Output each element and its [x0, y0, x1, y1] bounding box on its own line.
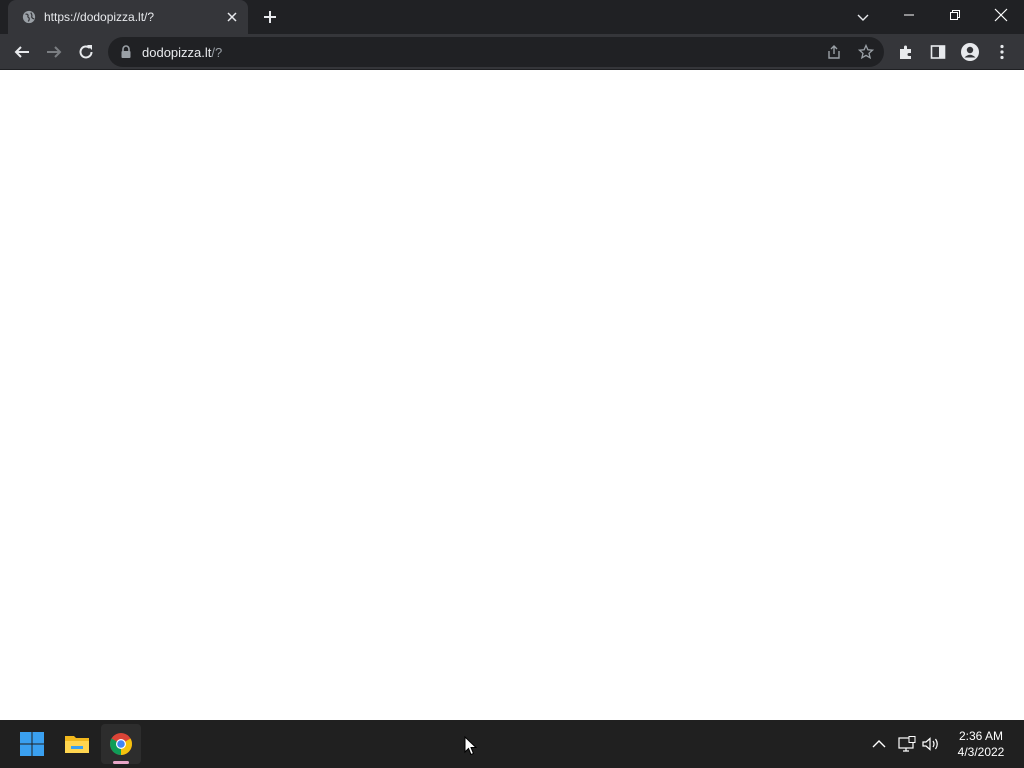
- menu-kebab-icon[interactable]: [990, 40, 1014, 64]
- volume-icon[interactable]: [920, 734, 942, 754]
- url-text[interactable]: dodopizza.lt/?: [142, 45, 222, 60]
- url-host: dodopizza.lt: [142, 45, 212, 60]
- globe-icon: [22, 10, 36, 24]
- web-page-content[interactable]: [0, 71, 1024, 720]
- close-icon: [994, 8, 1008, 22]
- browser-toolbar: dodopizza.lt/?: [0, 34, 1024, 70]
- url-path: /?: [211, 45, 223, 60]
- clock-date: 4/3/2022: [957, 745, 1005, 759]
- back-arrow-icon: [14, 46, 29, 58]
- chrome-icon: [110, 733, 132, 755]
- tab-search-chevron-icon[interactable]: [851, 5, 875, 29]
- active-app-indicator: [113, 761, 129, 764]
- show-hidden-icons-chevron-icon[interactable]: [868, 734, 890, 754]
- back-button[interactable]: [7, 37, 37, 67]
- minimize-button[interactable]: [886, 0, 932, 30]
- tab-strip: https://dodopizza.lt/?: [0, 0, 1024, 34]
- reload-icon: [79, 45, 93, 59]
- close-window-button[interactable]: [978, 0, 1024, 30]
- network-icon[interactable]: [896, 734, 918, 754]
- restore-icon: [950, 10, 960, 20]
- file-explorer-icon: [65, 736, 89, 753]
- share-icon[interactable]: [824, 42, 844, 62]
- windows-start-icon: [20, 732, 44, 756]
- new-tab-icon[interactable]: [258, 5, 282, 29]
- close-tab-icon[interactable]: [224, 9, 240, 25]
- mouse-pointer-icon: [464, 736, 478, 756]
- side-panel-icon[interactable]: [926, 40, 950, 64]
- reload-button[interactable]: [71, 37, 101, 67]
- address-bar[interactable]: dodopizza.lt/?: [108, 37, 884, 67]
- lock-icon[interactable]: [120, 45, 132, 59]
- forward-arrow-icon: [47, 46, 62, 58]
- clock-time: 2:36 AM: [958, 729, 1004, 743]
- minimize-icon: [904, 14, 914, 16]
- file-explorer-button[interactable]: [57, 724, 97, 764]
- browser-tab[interactable]: https://dodopizza.lt/?: [8, 0, 248, 34]
- system-clock[interactable]: 2:36 AM 4/3/2022: [948, 728, 1014, 760]
- extensions-puzzle-icon[interactable]: [894, 40, 918, 64]
- restore-button[interactable]: [932, 0, 978, 30]
- windows-taskbar: 2:36 AM 4/3/2022: [0, 720, 1024, 768]
- bookmark-star-icon[interactable]: [856, 42, 876, 62]
- tab-title: https://dodopizza.lt/?: [44, 10, 155, 24]
- start-button[interactable]: [12, 724, 52, 764]
- profile-avatar-icon[interactable]: [958, 40, 982, 64]
- chrome-taskbar-button[interactable]: [101, 724, 141, 764]
- forward-button[interactable]: [39, 37, 69, 67]
